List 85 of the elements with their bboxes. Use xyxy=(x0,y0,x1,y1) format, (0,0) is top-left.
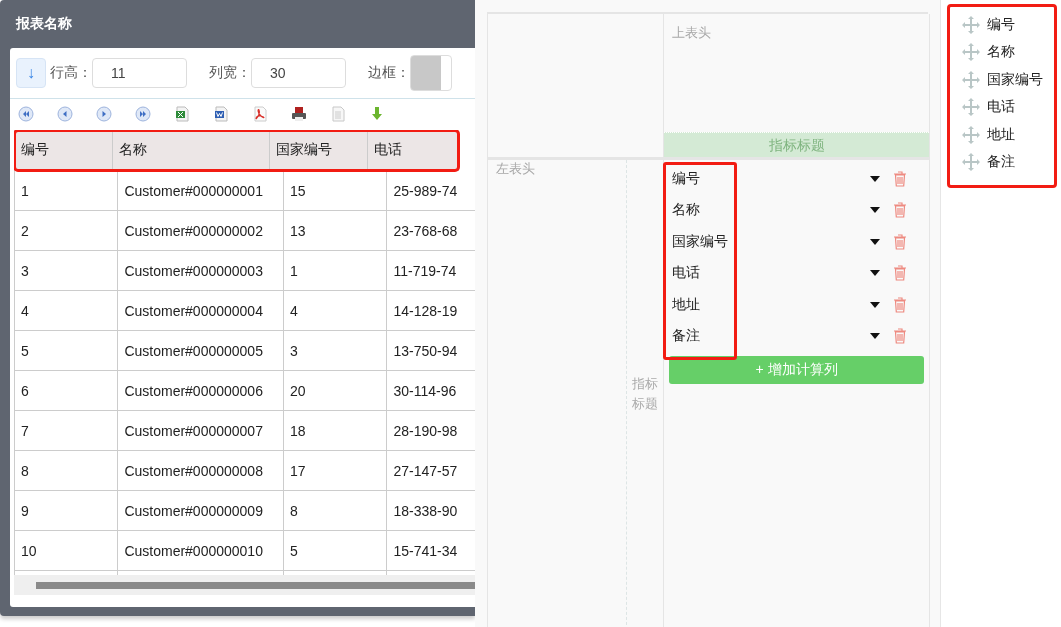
trash-icon[interactable] xyxy=(893,328,907,345)
table-cell: 3 xyxy=(283,331,387,370)
field-name: 电话 xyxy=(672,264,701,283)
table-cell: 9 xyxy=(14,491,118,530)
border-dropdown[interactable] xyxy=(410,55,452,91)
field-item[interactable]: 国家编号 xyxy=(987,70,1043,89)
table-cell: 4 xyxy=(14,291,118,330)
column-header: 名称 xyxy=(111,130,269,170)
table-cell: 3 xyxy=(14,251,118,290)
table-cell: 8 xyxy=(14,451,118,490)
trash-icon[interactable] xyxy=(893,170,907,187)
download-arrow-icon[interactable] xyxy=(369,106,385,122)
field-item[interactable]: 编号 xyxy=(987,15,1015,34)
table-cell: Customer#000000010 xyxy=(117,531,284,570)
left-header-placeholder: 左表头 xyxy=(495,160,536,178)
caret-icon[interactable] xyxy=(870,238,880,245)
window-title: 报表名称 xyxy=(16,15,72,33)
table-cell: Customer#000000008 xyxy=(117,451,284,490)
border-label: 边框： xyxy=(368,64,410,82)
column-width-label: 列宽： xyxy=(209,64,251,82)
field-item[interactable]: 地址 xyxy=(987,125,1015,144)
first-page-icon[interactable] xyxy=(18,106,34,122)
table-cell: 1 xyxy=(14,171,118,210)
table-cell: 15 xyxy=(283,171,387,210)
last-page-icon[interactable] xyxy=(135,106,151,122)
table-cell: Customer#000000004 xyxy=(117,291,284,330)
table-cell: Customer#000000005 xyxy=(117,331,284,370)
field-name: 编号 xyxy=(672,169,701,188)
scrollbar-thumb[interactable] xyxy=(36,581,475,589)
top-header-placeholder: 上表头 xyxy=(671,24,712,42)
table-cell: 8 xyxy=(283,491,387,530)
indicator-title-label: 指标标题 xyxy=(631,375,659,413)
table-cell: Customer#000000002 xyxy=(117,211,284,250)
caret-icon[interactable] xyxy=(870,301,880,308)
row-height-field[interactable]: 11 xyxy=(92,58,187,88)
table-cell: Customer#000000001 xyxy=(117,171,284,210)
move-icon[interactable] xyxy=(961,69,981,90)
table-cell: 7 xyxy=(14,411,118,450)
move-icon[interactable] xyxy=(961,97,981,118)
table-cell: 20 xyxy=(283,371,387,410)
table-cell: 13 xyxy=(283,211,387,250)
table-cell: 10 xyxy=(14,531,118,570)
table-cell: Customer#000000003 xyxy=(117,251,284,290)
field-item[interactable]: 电话 xyxy=(987,98,1015,117)
caret-icon[interactable] xyxy=(870,270,880,277)
column-width-field[interactable]: 30 xyxy=(251,58,346,88)
row-height-label: 行高： xyxy=(50,64,92,82)
field-item[interactable]: 名称 xyxy=(987,43,1015,62)
table-cell: 17 xyxy=(283,451,387,490)
caret-icon[interactable] xyxy=(870,175,880,182)
field-name: 名称 xyxy=(672,201,701,220)
table-cell: Customer#000000009 xyxy=(117,491,284,530)
trash-icon[interactable] xyxy=(893,296,907,313)
indicator-title-bar: 指标标题 xyxy=(664,132,929,157)
caret-icon[interactable] xyxy=(870,333,880,340)
table-cell: 6 xyxy=(14,371,118,410)
caret-icon[interactable] xyxy=(870,207,880,214)
table-cell: Customer#000000007 xyxy=(117,411,284,450)
next-page-icon[interactable] xyxy=(96,106,112,122)
table-cell: Customer#000000006 xyxy=(117,371,284,410)
trash-icon[interactable] xyxy=(893,233,907,250)
table-cell: 18 xyxy=(283,411,387,450)
field-name: 备注 xyxy=(672,327,701,346)
column-header: 国家编号 xyxy=(268,130,367,170)
printer-icon[interactable] xyxy=(291,106,307,122)
move-icon[interactable] xyxy=(961,42,981,63)
word-export-icon[interactable] xyxy=(213,106,229,122)
column-header: 电话 xyxy=(366,130,459,170)
table-cell: 2 xyxy=(14,211,118,250)
prev-page-icon[interactable] xyxy=(57,106,73,122)
trash-icon[interactable] xyxy=(893,202,907,219)
trash-icon[interactable] xyxy=(893,265,907,282)
column-header: 编号 xyxy=(14,130,112,170)
field-name: 地址 xyxy=(672,295,701,314)
table-cell: 5 xyxy=(14,331,118,370)
field-name: 国家编号 xyxy=(672,232,729,251)
move-icon[interactable] xyxy=(961,14,981,35)
pdf-export-icon[interactable] xyxy=(252,106,268,122)
table-cell: 5 xyxy=(283,531,387,570)
table-cell: 4 xyxy=(283,291,387,330)
move-icon[interactable] xyxy=(961,124,981,145)
field-item[interactable]: 备注 xyxy=(987,153,1015,172)
table-cell: 1 xyxy=(283,251,387,290)
excel-export-icon[interactable] xyxy=(174,106,190,122)
move-icon[interactable] xyxy=(961,152,981,173)
